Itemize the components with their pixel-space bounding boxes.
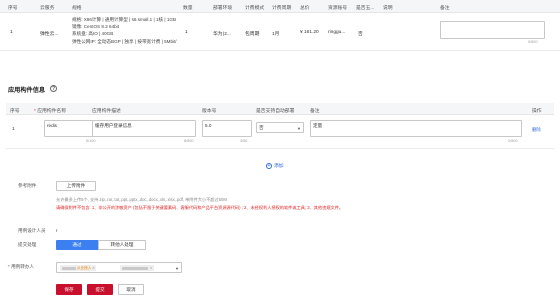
upload-button[interactable]: 上传附件 — [56, 181, 96, 191]
order-table-header: 序号 云服务 规格 数量 部署环境 计费模式 计费周期 总价 资源账号 是否五.… — [0, 0, 560, 13]
col-index: 序号 — [10, 109, 20, 114]
chevron-down-icon: ▼ — [175, 266, 179, 271]
delete-link[interactable]: 删除 — [532, 127, 541, 133]
row-billing-period: 1月 — [272, 32, 280, 37]
col-component-desc: 应用构件描述 — [92, 109, 121, 114]
row-spec: 规格: X86计算 | 通用计算型 | s6.small.1 | 1核 | 1G… — [72, 16, 177, 45]
row-account: ringgu... — [328, 30, 346, 35]
auto-deploy-value: 否 — [259, 125, 264, 130]
row-env: 华为(2... — [213, 32, 231, 37]
row-billing-mode: 包周期 — [245, 32, 260, 37]
processor-select[interactable]: 从业授入 × × ▼ — [56, 262, 182, 273]
processor-label: * 用例转办人 — [8, 264, 35, 269]
name-counter: 5/100 — [86, 139, 96, 143]
cancel-button[interactable]: 取消 — [118, 284, 144, 295]
note-counter: 0/500 — [528, 40, 538, 44]
handler-label: 用例设计人员 — [18, 228, 46, 233]
col-index: 序号 — [8, 6, 18, 11]
processor-tag: 从业授入 × — [60, 265, 97, 271]
col-action: 操作 — [532, 109, 542, 114]
option-transfer[interactable]: 转他人处理 — [98, 240, 146, 250]
add-component-button[interactable]: + 添加 — [266, 162, 284, 169]
table-row: 1 弹性云... 规格: X86计算 | 通用计算型 | s6.small.1 … — [0, 13, 560, 51]
component-table-header: 序号 * 应用构件名称 应用构件描述 版本号 是否支持自动部署 备注 操作 — [6, 103, 554, 115]
col-account: 资源账号 — [328, 6, 348, 11]
col-component-name: * 应用构件名称 — [34, 109, 66, 114]
desc-counter: 8/500 — [184, 139, 194, 143]
col-note: 备注 — [440, 6, 450, 11]
spec-line: 弹性公网IP: 全动态BGP | 独享 | 按带宽计费 | 5Mbit/ — [72, 38, 177, 44]
col-auto-deploy: 是否支持自动部署 — [256, 109, 295, 114]
spec-line: 系统盘: 高IO | 40GB — [72, 31, 114, 37]
remark-input[interactable]: 定量 — [310, 120, 522, 137]
row-service[interactable]: 弹性云... — [40, 30, 58, 37]
handler-value: r — [56, 228, 58, 233]
row-index: 1 — [10, 30, 13, 35]
table-row: 1 redis 5/100 缓存用户登录信息 8/500 5.0 3/50 否 … — [6, 115, 554, 149]
col-spec: 规格 — [72, 6, 82, 11]
processor-tag: × — [120, 265, 155, 271]
chevron-down-icon: ▼ — [297, 126, 301, 131]
close-icon[interactable]: × — [150, 266, 152, 270]
col-billing-mode: 计费模式 — [245, 6, 265, 11]
col-billing-period: 计费周期 — [272, 6, 292, 11]
col-service: 云服务 — [40, 6, 55, 11]
remark-counter: 2/500 — [508, 139, 518, 143]
attachment-label: 参考附件 — [18, 183, 37, 188]
submit-button[interactable]: 提交 — [87, 284, 113, 295]
upload-hint: 允许最多上传5个, 支持.zip,.rar,.tar,.ppt,.pptx,.d… — [56, 197, 227, 202]
col-env: 部署环境 — [213, 6, 233, 11]
col-quantity: 数量 — [183, 6, 193, 11]
upload-warning: 请确保附件不包含: 1、非公开的涉敏资产 (包括不限于关键要素码、客服代码和产品… — [56, 205, 344, 210]
col-remark: 备注 — [310, 109, 320, 114]
option-approve[interactable]: 通过 — [56, 240, 98, 250]
col-total: 总价 — [300, 6, 310, 11]
version-input[interactable]: 5.0 — [202, 120, 252, 137]
row-index: 1 — [12, 127, 15, 132]
row-is-five: 否 — [358, 32, 363, 37]
version-counter: 3/50 — [240, 139, 248, 143]
spec-line: 镜像: CentOS 8.2 64bit — [72, 24, 119, 30]
spec-line: 规格: X86计算 | 通用计算型 | s6.small.1 | 1核 | 1G… — [72, 17, 177, 22]
submit-handling-label: 提交处理 — [18, 242, 37, 247]
help-icon[interactable]: ? — [50, 85, 57, 92]
close-icon[interactable]: × — [92, 266, 94, 270]
col-is-five: 是否五... — [356, 6, 375, 11]
note-textarea[interactable] — [440, 21, 545, 39]
save-button[interactable]: 保存 — [56, 284, 82, 295]
col-version: 版本号 — [202, 109, 217, 114]
plus-icon: + — [266, 163, 272, 169]
row-quantity: 1 — [185, 30, 188, 35]
add-label: 添加 — [274, 164, 284, 169]
component-desc-input[interactable]: 缓存用户登录信息 — [92, 120, 196, 137]
section-title: 应用构件信息 — [8, 87, 46, 94]
auto-deploy-select[interactable]: 否 ▼ — [256, 122, 304, 133]
row-total: ¥ 161.20 — [300, 30, 319, 35]
col-desc: 说明 — [383, 6, 393, 11]
